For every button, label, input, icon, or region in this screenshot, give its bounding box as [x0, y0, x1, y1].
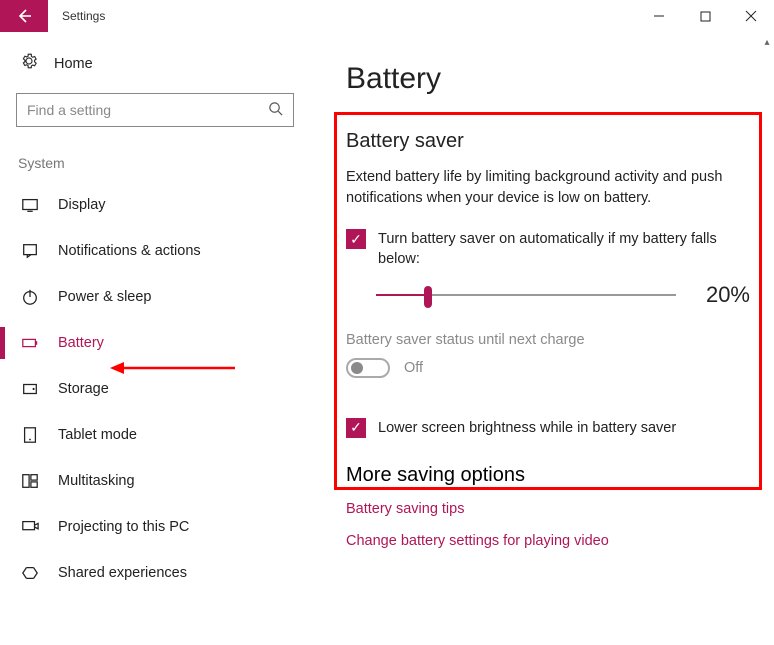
close-button[interactable]	[728, 0, 774, 32]
page-title: Battery	[346, 62, 750, 96]
scroll-up-icon: ▴	[760, 32, 774, 52]
minimize-button[interactable]	[636, 0, 682, 32]
sidebar-item-label: Notifications & actions	[58, 243, 201, 259]
gear-icon	[20, 52, 38, 75]
auto-saver-checkbox[interactable]: ✓	[346, 229, 366, 249]
lower-brightness-checkbox[interactable]: ✓	[346, 418, 366, 438]
sidebar-item-notifications[interactable]: Notifications & actions	[16, 229, 294, 273]
lower-brightness-label: Lower screen brightness while in battery…	[378, 418, 676, 438]
battery-saver-description: Extend battery life by limiting backgrou…	[346, 167, 736, 209]
tablet-icon	[20, 426, 40, 444]
sidebar-item-label: Display	[58, 197, 106, 213]
search-input[interactable]: Find a setting	[16, 93, 294, 127]
saver-status-value: Off	[404, 360, 423, 376]
battery-saver-heading: Battery saver	[346, 130, 750, 153]
threshold-value: 20%	[706, 282, 750, 308]
notifications-icon	[20, 242, 40, 260]
shared-icon	[20, 564, 40, 582]
sidebar-item-storage[interactable]: Storage	[16, 367, 294, 411]
sidebar-item-shared[interactable]: Shared experiences	[16, 551, 294, 595]
sidebar-item-label: Tablet mode	[58, 427, 137, 443]
back-button[interactable]	[0, 0, 48, 32]
search-placeholder: Find a setting	[27, 102, 268, 118]
scrollbar[interactable]: ▴	[760, 32, 774, 644]
sidebar-item-label: Projecting to this PC	[58, 519, 189, 535]
home-nav[interactable]: Home	[20, 52, 294, 75]
power-icon	[20, 288, 40, 306]
sidebar-item-label: Battery	[58, 335, 104, 351]
maximize-button[interactable]	[682, 0, 728, 32]
sidebar-item-display[interactable]: Display	[16, 183, 294, 227]
more-options-heading: More saving options	[346, 464, 750, 487]
sidebar-item-label: Shared experiences	[58, 565, 187, 581]
auto-saver-label: Turn battery saver on automatically if m…	[378, 229, 736, 270]
sidebar-item-multitasking[interactable]: Multitasking	[16, 459, 294, 503]
app-title: Settings	[48, 9, 105, 23]
sidebar-item-label: Storage	[58, 381, 109, 397]
sidebar-item-label: Multitasking	[58, 473, 135, 489]
video-settings-link[interactable]: Change battery settings for playing vide…	[346, 533, 750, 549]
sidebar-item-power[interactable]: Power & sleep	[16, 275, 294, 319]
section-label: System	[18, 155, 294, 171]
sidebar-item-tablet[interactable]: Tablet mode	[16, 413, 294, 457]
multitasking-icon	[20, 472, 40, 490]
battery-tips-link[interactable]: Battery saving tips	[346, 501, 750, 517]
storage-icon	[20, 380, 40, 398]
display-icon	[20, 196, 40, 214]
projecting-icon	[20, 518, 40, 536]
saver-status-label: Battery saver status until next charge	[346, 332, 750, 348]
battery-icon	[20, 334, 40, 352]
sidebar-item-projecting[interactable]: Projecting to this PC	[16, 505, 294, 549]
sidebar-item-battery[interactable]: Battery	[16, 321, 294, 365]
sidebar-item-label: Power & sleep	[58, 289, 152, 305]
home-label: Home	[54, 56, 93, 72]
threshold-slider[interactable]	[376, 285, 676, 305]
saver-status-toggle[interactable]	[346, 358, 390, 378]
search-icon	[268, 101, 283, 119]
